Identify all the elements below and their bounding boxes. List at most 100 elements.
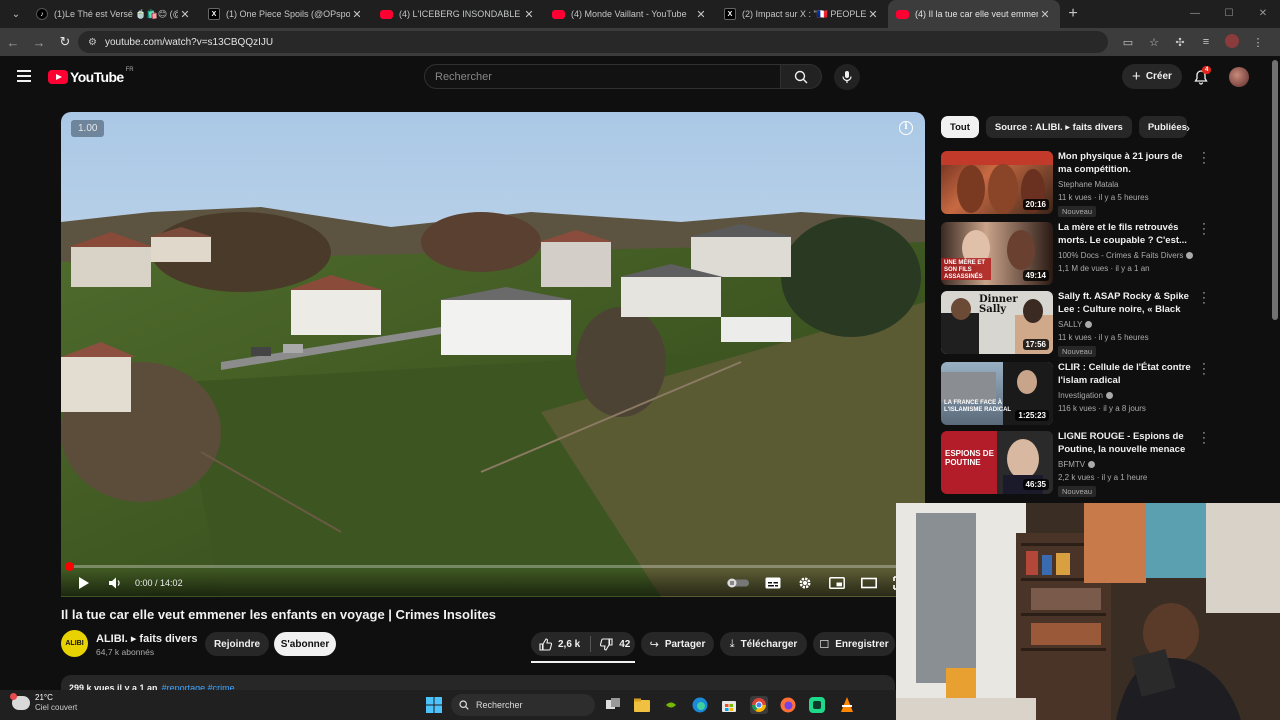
more-options-icon[interactable]: · · · [1201, 288, 1207, 309]
microsoft-store-icon[interactable] [720, 696, 738, 714]
search-button[interactable] [781, 64, 822, 89]
edge-browser-icon[interactable] [691, 696, 709, 714]
browser-tab-6-active[interactable]: (4) Il la tue car elle veut emmener ✕ [888, 0, 1060, 28]
recommendation-item[interactable]: LA FRANCE FACE À L'ISLAMISME RADICAL 1:2… [941, 359, 1211, 426]
browser-tab-3[interactable]: (4) L'ICEBERG INSONDABLE de ✕ [372, 0, 544, 28]
chrome-icon[interactable] [750, 696, 768, 714]
recommendation-item[interactable]: UNE MÈRE ET SON FILS ASSASSINÉS 49:14 La… [941, 219, 1211, 286]
firefox-icon[interactable] [779, 696, 797, 714]
minimize-icon[interactable]: — [1178, 0, 1212, 28]
forward-arrow-icon[interactable]: → [26, 35, 52, 50]
search-input[interactable]: Rechercher [424, 64, 781, 89]
windows-start-icon[interactable] [425, 696, 443, 714]
browser-tab-1[interactable]: ♪ (1)Le Thé est Versé 🍵🛍️😊 (@ ✕ [28, 0, 200, 28]
recommendation-item[interactable]: ESPIONS DE POUTINE 46:35 LIGNE ROUGE - E… [941, 428, 1211, 497]
more-options-icon[interactable]: · · · [1201, 428, 1207, 449]
video-thumbnail[interactable]: ESPIONS DE POUTINE 46:35 [941, 431, 1053, 494]
like-count: 2,6 k [558, 638, 581, 650]
download-button[interactable]: ⤓ Télécharger [720, 632, 807, 656]
file-explorer-icon[interactable] [633, 696, 651, 714]
create-button[interactable]: + Créer [1122, 64, 1182, 89]
hamburger-menu-icon[interactable] [17, 70, 31, 82]
url-text[interactable]: youtube.com/watch?v=s13CBQQzIJU [105, 37, 273, 48]
rec-channel[interactable]: Stephane Matala [1058, 180, 1119, 189]
account-avatar[interactable] [1229, 67, 1249, 87]
nvidia-icon[interactable] [662, 696, 680, 714]
theater-mode-button[interactable] [860, 574, 878, 592]
chips-next-chevron-icon[interactable]: › [1186, 121, 1190, 135]
video-thumbnail[interactable]: LA FRANCE FACE À L'ISLAMISME RADICAL 1:2… [941, 362, 1053, 425]
autoplay-toggle[interactable] [727, 574, 749, 592]
reload-icon[interactable]: ↻ [52, 34, 78, 50]
reading-list-icon[interactable]: ≡ [1193, 36, 1219, 48]
close-window-icon[interactable]: ✕ [1246, 0, 1280, 28]
rec-title[interactable]: LIGNE ROUGE - Espions de Poutine, la nou… [1058, 430, 1194, 456]
tab-close-icon[interactable]: ✕ [178, 8, 192, 21]
new-tab-plus-icon[interactable]: + [1060, 5, 1086, 23]
channel-name[interactable]: ALIBI. ▸ faits divers [96, 632, 198, 645]
voice-search-button[interactable] [834, 64, 860, 90]
profile-icon[interactable] [1219, 33, 1245, 51]
rec-channel[interactable]: BFMTV [1058, 460, 1096, 469]
video-thumbnail[interactable]: Dinner Sally 17:56 [941, 291, 1053, 354]
address-bar[interactable]: ⚙ youtube.com/watch?v=s13CBQQzIJU [78, 31, 1108, 53]
spotify-like-green-app-icon[interactable] [808, 696, 826, 714]
rec-title[interactable]: Mon physique à 21 jours de ma compétitio… [1058, 150, 1194, 176]
weather-widget[interactable]: 21°C Ciel couvert [10, 693, 77, 713]
chip-all[interactable]: Tout [941, 116, 979, 138]
maximize-icon[interactable]: ☐ [1212, 0, 1246, 28]
play-button[interactable] [75, 574, 93, 592]
like-button[interactable]: 2,6 k [539, 636, 592, 652]
cast-icon[interactable]: ▭ [1115, 36, 1141, 49]
rec-channel-name: 100% Docs - Crimes & Faits Divers [1058, 251, 1184, 260]
settings-button[interactable] [796, 574, 814, 592]
subtitles-button[interactable] [764, 574, 782, 592]
channel-avatar[interactable]: ALIBI [61, 630, 88, 657]
browser-tab-4[interactable]: (4) Monde Vaillant - YouTube ✕ [544, 0, 716, 28]
chip-source-channel[interactable]: Source : ALIBI. ▸ faits divers [985, 116, 1132, 138]
miniplayer-button[interactable] [828, 574, 846, 592]
browser-tab-5[interactable]: X (2) Impact sur X : "🇫🇷 PEOPLE | A ✕ [716, 0, 888, 28]
back-arrow-icon[interactable]: ← [0, 35, 26, 50]
join-button[interactable]: Rejoindre [205, 632, 269, 656]
taskbar-search[interactable]: Rechercher [451, 694, 595, 716]
extensions-icon[interactable]: ✣ [1167, 36, 1193, 49]
browser-tab-2[interactable]: X (1) One Piece Spoils (@OPspoils ✕ [200, 0, 372, 28]
chip-recently-uploaded[interactable]: Publiées r [1138, 116, 1187, 138]
progress-bar[interactable] [65, 562, 917, 571]
more-options-icon[interactable]: · · · [1201, 148, 1207, 169]
tab-close-icon[interactable]: ✕ [694, 8, 708, 21]
youtube-logo[interactable]: YouTube FR [48, 67, 134, 85]
thumbnail-caption: UNE MÈRE ET SON FILS ASSASSINÉS [944, 260, 986, 280]
subscribe-button[interactable]: S'abonner [274, 632, 336, 656]
rec-title[interactable]: La mère et le fils retrouvés morts. Le c… [1058, 221, 1194, 247]
video-player[interactable]: 1.00 i 0:00 / 14:02 [61, 112, 925, 597]
dislike-button[interactable]: 42 [591, 637, 630, 651]
tab-search-chevron-icon[interactable]: ⌄ [4, 4, 28, 24]
recommendation-item[interactable]: Dinner Sally 17:56 Sally ft. ASAP Rocky … [941, 288, 1211, 357]
task-view-icon[interactable] [604, 696, 622, 714]
tab-close-icon[interactable]: ✕ [1038, 8, 1052, 21]
browser-menu-icon[interactable]: ⋮ [1245, 36, 1271, 49]
save-button[interactable]: ☐ Enregistrer [813, 632, 895, 656]
more-options-icon[interactable]: · · · [1201, 359, 1207, 380]
video-thumbnail[interactable]: UNE MÈRE ET SON FILS ASSASSINÉS 49:14 [941, 222, 1053, 285]
rec-channel[interactable]: SALLY [1058, 320, 1093, 329]
recommendation-item[interactable]: 20:16 Mon physique à 21 jours de ma comp… [941, 148, 1211, 217]
more-options-icon[interactable]: · · · [1201, 219, 1207, 240]
bookmark-star-icon[interactable]: ☆ [1141, 36, 1167, 49]
rec-title[interactable]: Sally ft. ASAP Rocky & Spike Lee : Cultu… [1058, 290, 1194, 316]
volume-button[interactable] [106, 574, 124, 592]
page-scrollbar[interactable] [1272, 60, 1278, 320]
vlc-icon[interactable] [838, 696, 856, 714]
tab-close-icon[interactable]: ✕ [866, 8, 880, 21]
rec-channel[interactable]: 100% Docs - Crimes & Faits Divers [1058, 251, 1194, 260]
info-icon[interactable]: i [899, 121, 913, 135]
video-thumbnail[interactable]: 20:16 [941, 151, 1053, 214]
site-info-icon[interactable]: ⚙ [88, 37, 97, 48]
tab-close-icon[interactable]: ✕ [522, 8, 536, 21]
rec-channel[interactable]: Investigation [1058, 391, 1113, 400]
rec-title[interactable]: CLIR : Cellule de l'État contre l'islam … [1058, 361, 1194, 387]
share-button[interactable]: ↪ Partager [641, 632, 714, 656]
tab-close-icon[interactable]: ✕ [350, 8, 364, 21]
